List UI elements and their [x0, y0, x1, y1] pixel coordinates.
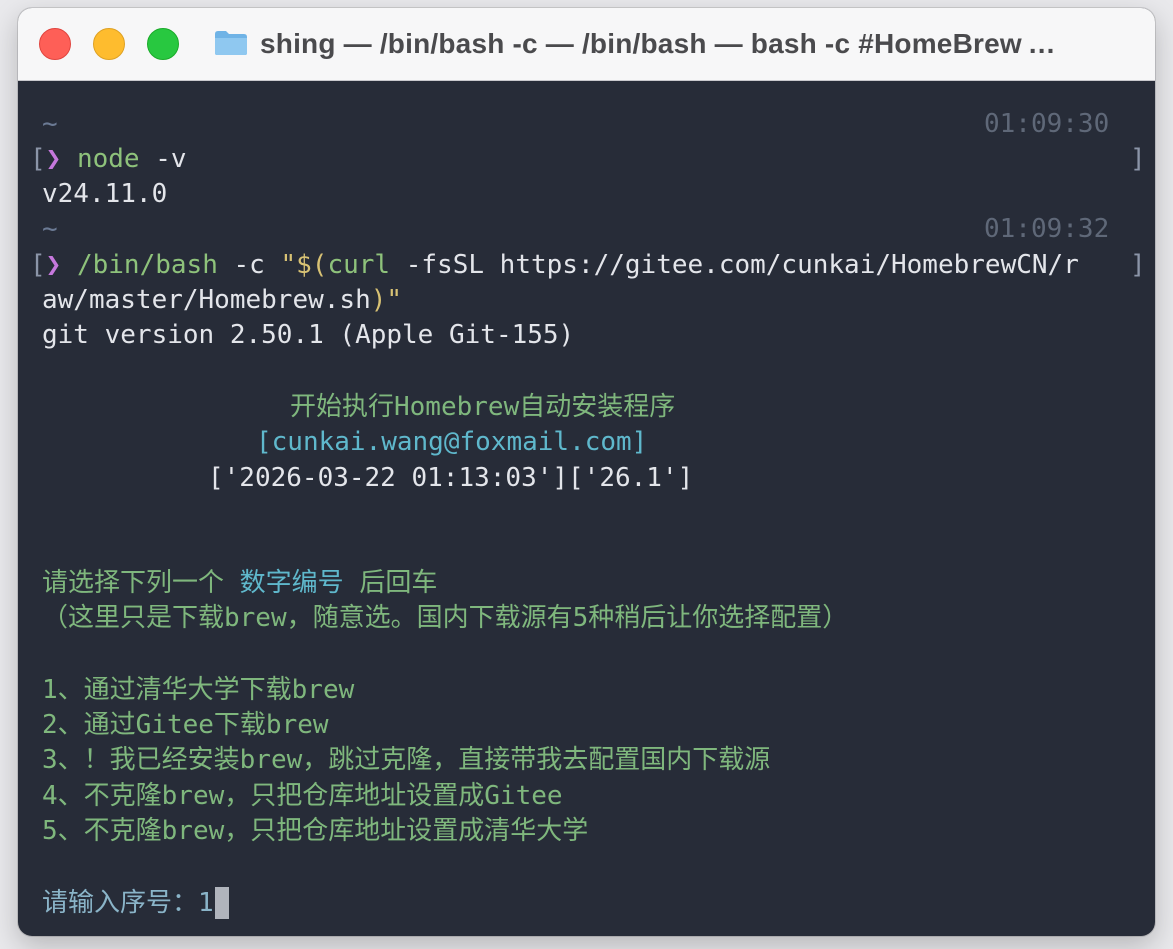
- prompt-timestamp: 01:09:32: [984, 214, 1110, 244]
- prompt-line: [❯ node -v: [30, 142, 187, 176]
- command-output: v24.11.0: [42, 179, 168, 209]
- prompt-symbol: ❯: [45, 250, 62, 280]
- datetime-version: ['2026-03-22 01:13:03']['26.1']: [208, 463, 694, 493]
- terminal-window: shing — /bin/bash -c — /bin/bash — bash …: [18, 8, 1155, 936]
- prompt-bracket-close: ]: [1130, 144, 1146, 174]
- terminal-content[interactable]: ~ 01:09:30 [❯ node -v ] v24.11.0 ~ 01:09…: [18, 81, 1155, 936]
- quote-close: )": [370, 285, 403, 315]
- option-item: 2、通过Gitee下载brew: [42, 710, 329, 740]
- text-cursor: [214, 886, 229, 919]
- prompt-timestamp: 01:09:30: [984, 109, 1110, 139]
- choose-note: （这里只是下载brew，随意选。国内下载源有5种稍后让你选择配置）: [42, 603, 849, 633]
- sub-command-name: curl: [327, 250, 391, 280]
- option-item: 3、！我已经安装brew，跳过克隆，直接带我去配置国内下载源: [42, 745, 771, 775]
- author-email: [cunkai.wang@foxmail.com]: [256, 427, 648, 457]
- quote-open: "$(: [280, 250, 328, 280]
- window-title: shing — /bin/bash -c — /bin/bash — bash …: [260, 28, 1056, 59]
- choose-prefix: 请选择下列一个: [42, 568, 240, 598]
- input-value[interactable]: 1: [198, 888, 214, 918]
- prompt-bracket-open: [: [30, 144, 46, 174]
- command-args: -c: [233, 250, 265, 280]
- cwd-tilde: ~: [42, 109, 58, 139]
- choose-highlight: 数字编号: [239, 568, 344, 598]
- option-item: 1、通过清华大学下载brew: [42, 675, 355, 705]
- input-prompt-line[interactable]: 请输入序号：1: [42, 886, 229, 920]
- close-button[interactable]: [39, 28, 71, 60]
- prompt-bracket-open: [: [30, 250, 46, 280]
- minimize-button[interactable]: [93, 28, 125, 60]
- option-item: 4、不克隆brew，只把仓库地址设置成Gitee: [42, 781, 563, 811]
- command-continuation: aw/master/Homebrew.sh)": [42, 283, 402, 317]
- command-name: /bin/bash: [76, 250, 218, 280]
- option-item: 5、不克隆brew，只把仓库地址设置成清华大学: [42, 816, 589, 846]
- title-bar[interactable]: shing — /bin/bash -c — /bin/bash — bash …: [18, 8, 1155, 81]
- choose-suffix: 后回车: [343, 568, 438, 598]
- prompt-line: [❯ /bin/bash -c "$(curl -fsSL https://gi…: [30, 248, 1079, 282]
- choose-instruction: 请选择下列一个 数字编号 后回车: [42, 566, 437, 600]
- prompt-bracket-close: ]: [1130, 250, 1146, 280]
- command-name: node: [76, 144, 140, 174]
- zoom-button[interactable]: [147, 28, 179, 60]
- cwd-tilde: ~: [42, 214, 58, 244]
- script-url: https://gitee.com/cunkai/HomebrewCN/r: [499, 250, 1079, 280]
- installer-heading: 开始执行Homebrew自动安装程序: [290, 392, 676, 422]
- script-url-continued: aw/master/Homebrew.sh: [42, 285, 371, 315]
- input-prompt-label: 请输入序号：: [42, 888, 199, 918]
- command-args: -v: [155, 144, 187, 174]
- sub-command-args: -fsSL: [405, 250, 485, 280]
- folder-icon: [215, 31, 247, 55]
- git-version-output: git version 2.50.1 (Apple Git-155): [42, 320, 575, 350]
- prompt-symbol: ❯: [45, 144, 62, 174]
